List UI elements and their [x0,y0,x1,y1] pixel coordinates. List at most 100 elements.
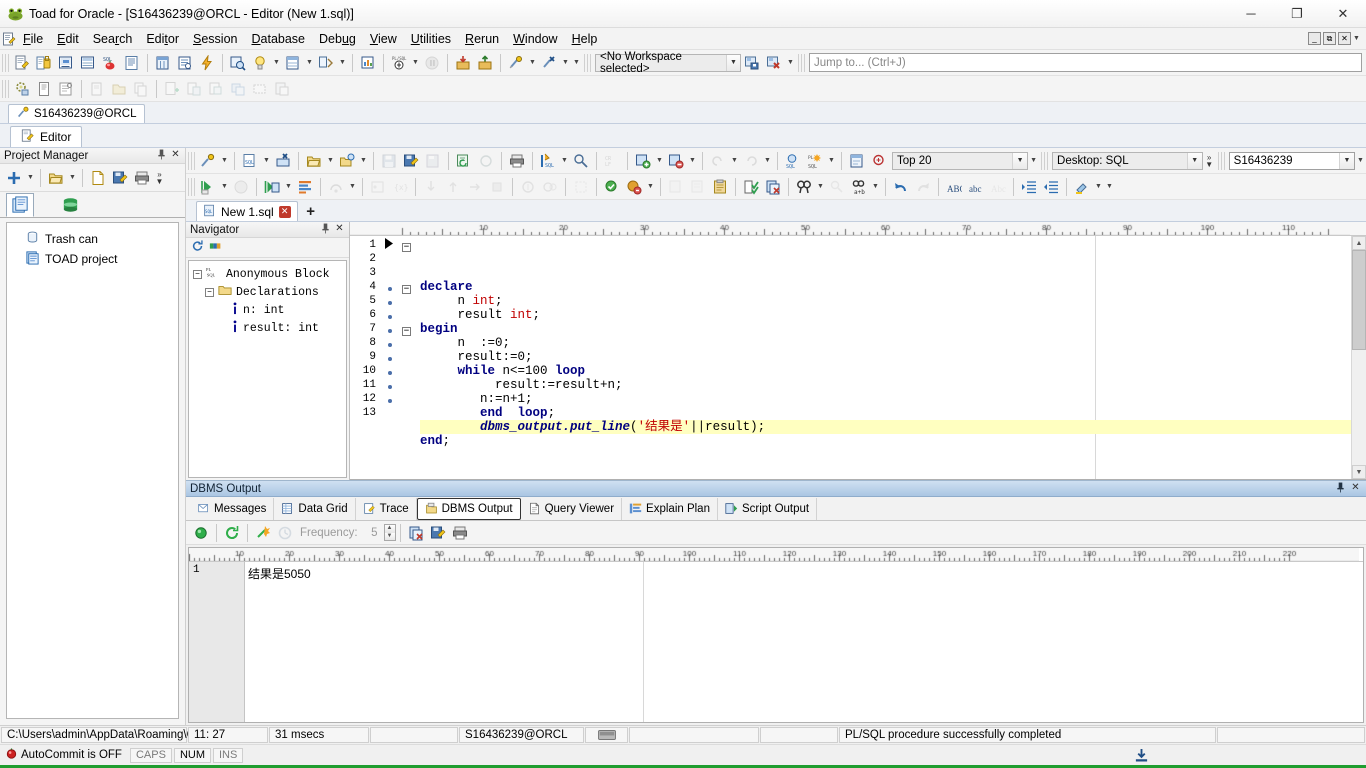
open-file-dropdown-arrow[interactable]: ▼ [325,150,336,172]
frequency-stepper[interactable]: ▲ ▼ [383,524,396,541]
line-marker[interactable] [380,350,402,364]
poll-on-icon[interactable] [252,522,274,544]
fold-marker[interactable]: − [402,238,420,252]
data-grid-dropdown-arrow[interactable]: ▼ [304,52,315,74]
indent-icon[interactable] [1018,176,1040,198]
compare-icon[interactable] [315,52,337,74]
top-records-icon[interactable] [846,150,868,172]
execute-script-dropdown-arrow[interactable]: ▼ [219,176,230,198]
execute-explain-icon[interactable] [570,150,592,172]
replace-dropdown-arrow[interactable]: ▼ [870,176,881,198]
connection-dropdown-arrow[interactable]: ▼ [219,150,230,172]
code-line[interactable]: declare [420,280,1351,294]
sql-tab[interactable]: SQL New 1.sql ✕ [196,201,298,221]
add-dropdown-arrow[interactable]: ▼ [25,167,36,189]
pin-icon[interactable] [320,223,331,237]
tab-script-output[interactable]: Script Output [718,497,818,520]
recall-icon[interactable] [762,176,784,198]
line-marker[interactable] [380,336,402,350]
fold-marker[interactable] [402,266,420,280]
fold-marker[interactable] [402,392,420,406]
compile-icon[interactable] [601,176,623,198]
close-icon[interactable]: ✕ [1350,482,1361,496]
menu-database[interactable]: Database [245,30,313,48]
refresh-sql-icon[interactable] [453,150,475,172]
open-recent-icon[interactable] [336,150,358,172]
output-row-text[interactable]: 结果是5050 [248,565,1363,581]
chevron-down-icon[interactable]: ▼ [1012,152,1028,169]
execute-statement-icon[interactable]: SQL [537,150,559,172]
refresh-icon[interactable] [221,522,243,544]
code-line[interactable]: begin [420,322,1351,336]
run-plsql-dropdown-arrow[interactable]: ▼ [826,150,837,172]
line-marker[interactable] [380,238,402,252]
menu-rerun[interactable]: Rerun [458,30,506,48]
configure-icon[interactable] [55,78,77,100]
code-line[interactable]: result:=0; [420,350,1351,364]
report-icon[interactable] [121,52,143,74]
toolbar-overflow[interactable]: ▼ [571,52,582,74]
connection-tab[interactable]: S16436239@ORCL [8,104,146,123]
line-marker[interactable] [380,378,402,392]
mdi-overflow-arrow[interactable]: ▼ [1351,28,1362,50]
remove-bookmark-dropdown-arrow[interactable]: ▼ [687,150,698,172]
print-output-icon[interactable] [449,522,471,544]
menu-debug[interactable]: Debug [312,30,363,48]
frequency-value[interactable]: 5 [362,527,377,539]
compile-dropdown-arrow[interactable]: ▼ [645,176,656,198]
editor-vertical-scrollbar[interactable]: ▲ ▼ [1351,236,1366,479]
plsql-debug-icon[interactable]: PL/SQL [388,52,410,74]
top-records-combo[interactable]: Top 20 ▼ [892,151,1029,170]
code-line[interactable]: n :=0; [420,336,1351,350]
mdi-minimize-button[interactable]: _ [1308,32,1321,45]
fold-marker[interactable] [402,308,420,322]
check-syntax-icon[interactable] [740,176,762,198]
add-bookmark-dropdown-arrow[interactable]: ▼ [654,150,665,172]
print-icon[interactable] [131,167,153,189]
close-connection-dropdown-arrow[interactable]: ▼ [560,52,571,74]
desktop-combo[interactable]: Desktop: SQL ▼ [1052,151,1203,170]
new-editor-icon[interactable] [11,52,33,74]
toolbar-grip[interactable] [2,53,9,72]
code-line[interactable]: while n<=100 loop [420,364,1351,378]
navigator-tree[interactable]: − PLSQL Anonymous Block − Declarations [188,260,347,478]
open-folder-icon[interactable] [45,167,67,189]
chart-icon[interactable] [357,52,379,74]
tab-data-grid[interactable]: Data Grid [274,497,356,520]
fold-marker[interactable]: − [402,280,420,294]
script-output-icon[interactable] [294,176,316,198]
breakpoint-gutter[interactable] [380,236,402,479]
sql-tab-close-icon[interactable]: ✕ [278,205,291,218]
compile-debug-icon[interactable] [623,176,645,198]
save-file-icon[interactable] [109,167,131,189]
open-dropdown-arrow[interactable]: ▼ [67,167,78,189]
clear-output-icon[interactable] [405,522,427,544]
highlight-icon[interactable] [1071,176,1093,198]
schema-combo[interactable]: S16436239 ▼ [1228,151,1355,170]
schema-browser-icon[interactable] [33,52,55,74]
add-sql-tab-button[interactable]: + [298,201,324,221]
execute-script-icon[interactable] [197,176,219,198]
ed-grip-2[interactable] [1041,151,1049,170]
outdent-icon[interactable] [1040,176,1062,198]
fold-marker[interactable] [402,406,420,420]
highlight-dropdown-arrow[interactable]: ▼ [1093,176,1104,198]
nav-item-result[interactable]: result: int [191,319,344,337]
rollback-icon[interactable] [474,52,496,74]
undo-nav-dropdown-arrow[interactable]: ▼ [729,150,740,172]
mdi-restore-button[interactable]: ⧉ [1323,32,1336,45]
chevron-down-icon[interactable]: ▼ [1339,152,1354,169]
find-dropdown-arrow[interactable]: ▼ [815,176,826,198]
code-line[interactable]: result:=result+n; [420,378,1351,392]
step-over-dropdown-arrow[interactable]: ▼ [347,176,358,198]
code-text-area[interactable]: declare n int; result int; begin n :=0; r… [420,236,1351,479]
redo-nav-dropdown-arrow[interactable]: ▼ [762,150,773,172]
fold-marker[interactable]: − [402,322,420,336]
code-line[interactable]: end loop; [420,406,1351,420]
run-plsql-icon[interactable]: PL SQL [804,150,826,172]
code-body[interactable]: 1 2 3 4 5 6 7 8 9 10 11 12 13 − − − declare n int; r… [350,236,1366,480]
remove-bookmark-icon[interactable] [665,150,687,172]
tree-item-trash-can[interactable]: Trash can [11,229,174,249]
line-marker[interactable] [380,294,402,308]
connection-icon[interactable] [197,150,219,172]
